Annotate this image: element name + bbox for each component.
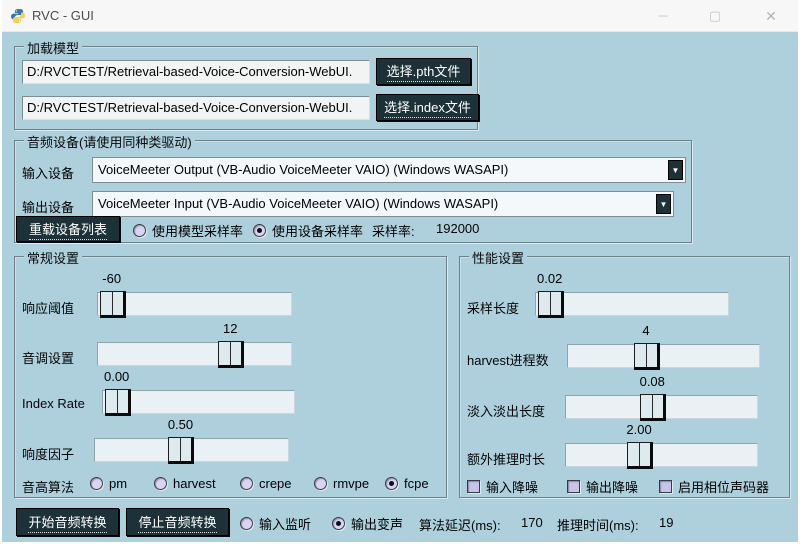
block-time-slider[interactable]: 0.02 bbox=[535, 292, 729, 316]
pitch-setting-label: 音调设置 bbox=[22, 348, 74, 367]
inference-time-label: 推理时间(ms): bbox=[557, 515, 639, 534]
index-rate-label: Index Rate bbox=[22, 396, 85, 411]
radio-use-device-samplerate[interactable]: 使用设备采样率 bbox=[253, 221, 363, 240]
radio-output-voice-change[interactable]: 输出变声 bbox=[332, 514, 403, 533]
extra-time-slider[interactable]: 2.00 bbox=[565, 443, 758, 467]
radio-circle bbox=[154, 477, 167, 490]
crossfade-label: 淡入淡出长度 bbox=[467, 401, 545, 420]
samplerate-label: 采样率: bbox=[372, 221, 415, 240]
performance-settings-title: 性能设置 bbox=[469, 248, 527, 267]
block-time-label: 采样长度 bbox=[467, 298, 519, 317]
radio-input-monitor[interactable]: 输入监听 bbox=[240, 514, 311, 533]
radio-circle bbox=[133, 224, 146, 237]
stop-conversion-button[interactable]: 停止音频转换 bbox=[126, 508, 229, 536]
extra-time-label: 额外推理时长 bbox=[467, 449, 545, 468]
slider-handle[interactable]: 4 bbox=[634, 343, 660, 370]
checkbox-box bbox=[567, 480, 580, 493]
crossfade-slider[interactable]: 0.08 bbox=[565, 395, 758, 419]
radio-fcpe[interactable]: fcpe bbox=[385, 476, 429, 491]
harvest-threads-slider[interactable]: 4 bbox=[567, 344, 760, 368]
select-index-button[interactable]: 选择.index文件 bbox=[376, 94, 479, 121]
radio-use-model-samplerate[interactable]: 使用模型采样率 bbox=[133, 221, 243, 240]
radio-rmvpe[interactable]: rmvpe bbox=[314, 476, 369, 491]
title-bar: RVC - GUI ─ ▢ ✕ bbox=[0, 0, 800, 32]
loudness-slider[interactable]: 0.50 bbox=[94, 438, 289, 462]
slider-handle[interactable]: 2.00 bbox=[627, 442, 653, 469]
reload-devices-button[interactable]: 重载设备列表 bbox=[16, 216, 120, 242]
chevron-down-icon[interactable]: ▼ bbox=[668, 160, 683, 180]
radio-circle bbox=[90, 477, 103, 490]
general-settings-title: 常规设置 bbox=[24, 248, 82, 267]
audio-device-title: 音频设备(请使用同种类驱动) bbox=[24, 132, 195, 151]
radio-circle bbox=[253, 224, 266, 237]
minimize-icon[interactable]: ─ bbox=[640, 0, 686, 32]
checkbox-input-denoise[interactable]: 输入降噪 bbox=[467, 477, 538, 496]
threshold-label: 响应阈值 bbox=[22, 298, 74, 317]
slider-handle[interactable]: 12 bbox=[218, 341, 244, 368]
python-icon bbox=[10, 8, 26, 24]
slider-handle[interactable]: 0.00 bbox=[105, 389, 131, 416]
pitch-algorithm-label: 音高算法 bbox=[22, 477, 74, 496]
radio-circle bbox=[240, 517, 253, 530]
checkbox-box bbox=[467, 480, 480, 493]
slider-handle[interactable]: 0.08 bbox=[640, 394, 666, 421]
chevron-down-icon[interactable]: ▼ bbox=[656, 194, 671, 214]
index-rate-slider[interactable]: 0.00 bbox=[102, 390, 295, 414]
samplerate-value: 192000 bbox=[436, 221, 479, 236]
load-model-title: 加载模型 bbox=[24, 38, 82, 57]
slider-handle[interactable]: 0.50 bbox=[168, 437, 194, 464]
maximize-icon[interactable]: ▢ bbox=[692, 0, 738, 32]
rvc-gui-window: RVC - GUI ─ ▢ ✕ 加载模型 D:/RVCTEST/Retrieva… bbox=[0, 0, 800, 544]
pth-path-input[interactable]: D:/RVCTEST/Retrieval-based-Voice-Convers… bbox=[22, 60, 370, 84]
inference-time-value: 19 bbox=[659, 515, 673, 530]
slider-handle[interactable]: -60 bbox=[100, 291, 126, 318]
radio-pm[interactable]: pm bbox=[90, 476, 127, 491]
radio-circle bbox=[385, 477, 398, 490]
radio-circle bbox=[240, 477, 253, 490]
harvest-threads-label: harvest进程数 bbox=[467, 350, 549, 369]
radio-circle bbox=[332, 517, 345, 530]
radio-circle bbox=[314, 477, 327, 490]
select-pth-button[interactable]: 选择.pth文件 bbox=[376, 58, 471, 85]
checkbox-output-denoise[interactable]: 输出降噪 bbox=[567, 477, 638, 496]
index-path-input[interactable]: D:/RVCTEST/Retrieval-based-Voice-Convers… bbox=[22, 96, 370, 120]
checkbox-box bbox=[659, 480, 672, 493]
loudness-factor-label: 响度因子 bbox=[22, 444, 74, 463]
input-device-label: 输入设备 bbox=[22, 163, 74, 182]
slider-handle[interactable]: 0.02 bbox=[538, 291, 564, 318]
output-device-label: 输出设备 bbox=[22, 197, 74, 216]
threshold-slider[interactable]: -60 bbox=[97, 292, 292, 316]
input-device-select[interactable]: VoiceMeeter Output (VB-Audio VoiceMeeter… bbox=[92, 157, 686, 183]
checkbox-phase-vocoder[interactable]: 启用相位声码器 bbox=[659, 477, 769, 496]
start-conversion-button[interactable]: 开始音频转换 bbox=[16, 508, 119, 536]
algorithm-latency-label: 算法延迟(ms): bbox=[419, 515, 501, 534]
close-icon[interactable]: ✕ bbox=[744, 0, 798, 32]
output-device-select[interactable]: VoiceMeeter Input (VB-Audio VoiceMeeter … bbox=[92, 191, 674, 217]
algorithm-latency-value: 170 bbox=[521, 515, 543, 530]
radio-harvest[interactable]: harvest bbox=[154, 476, 216, 491]
radio-crepe[interactable]: crepe bbox=[240, 476, 292, 491]
pitch-slider[interactable]: 12 bbox=[97, 342, 292, 366]
window-title: RVC - GUI bbox=[32, 8, 94, 23]
